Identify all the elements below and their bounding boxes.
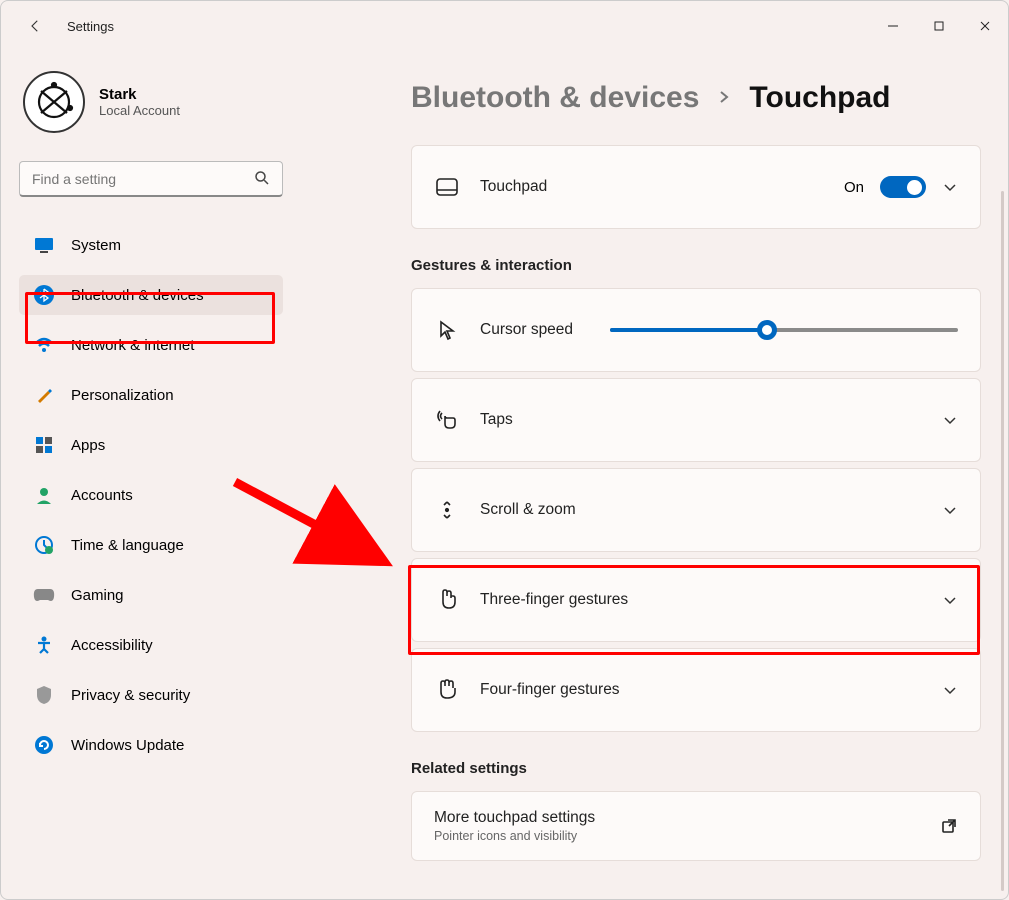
three-finger-icon: [434, 587, 460, 613]
card-label: More touchpad settings: [434, 809, 920, 827]
chevron-down-icon[interactable]: [942, 682, 958, 698]
sidebar-item-label: Network & internet: [71, 337, 194, 354]
titlebar: Settings: [1, 1, 1008, 51]
update-icon: [33, 734, 55, 756]
profile-name: Stark: [99, 86, 180, 103]
sidebar-item-accounts[interactable]: Accounts: [19, 475, 283, 515]
external-link-icon: [940, 817, 958, 835]
sidebar-item-label: Gaming: [71, 587, 124, 604]
sidebar-item-label: Privacy & security: [71, 687, 190, 704]
nav: System Bluetooth & devices Network & int…: [19, 225, 283, 775]
scrollbar[interactable]: [1001, 191, 1004, 891]
sidebar-item-apps[interactable]: Apps: [19, 425, 283, 465]
system-icon: [33, 234, 55, 256]
sidebar-item-label: System: [71, 237, 121, 254]
chevron-right-icon: [717, 87, 731, 110]
sidebar-item-accessibility[interactable]: Accessibility: [19, 625, 283, 665]
card-label: Scroll & zoom: [480, 501, 922, 519]
content-area: Bluetooth & devices Touchpad Touchpad On: [301, 51, 1008, 899]
sidebar-item-personalization[interactable]: Personalization: [19, 375, 283, 415]
sidebar-item-system[interactable]: System: [19, 225, 283, 265]
sidebar-item-label: Time & language: [71, 537, 184, 554]
card-label: Four-finger gestures: [480, 681, 922, 699]
card-label: Cursor speed: [480, 321, 590, 339]
sidebar-item-label: Bluetooth & devices: [71, 287, 204, 304]
paint-icon: [33, 384, 55, 406]
section-header-gestures: Gestures & interaction: [411, 257, 981, 274]
bluetooth-icon: [33, 284, 55, 306]
cursor-speed-card[interactable]: Cursor speed: [411, 288, 981, 372]
search-box: [19, 161, 283, 197]
person-icon: [33, 484, 55, 506]
wifi-icon: [33, 334, 55, 356]
sidebar-item-label: Accessibility: [71, 637, 153, 654]
touchpad-icon: [434, 174, 460, 200]
avatar: [23, 71, 85, 133]
card-label: Three-finger gestures: [480, 591, 922, 609]
sidebar-item-network[interactable]: Network & internet: [19, 325, 283, 365]
scroll-zoom-card[interactable]: Scroll & zoom: [411, 468, 981, 552]
profile-subtitle: Local Account: [99, 103, 180, 118]
sidebar-item-gaming[interactable]: Gaming: [19, 575, 283, 615]
shield-icon: [33, 684, 55, 706]
close-button[interactable]: [962, 10, 1008, 42]
card-label: Touchpad: [480, 178, 824, 196]
touchpad-toggle-card[interactable]: Touchpad On: [411, 145, 981, 229]
four-finger-gestures-card[interactable]: Four-finger gestures: [411, 648, 981, 732]
sidebar-item-label: Apps: [71, 437, 105, 454]
card-subtitle: Pointer icons and visibility: [434, 829, 920, 843]
window-title: Settings: [67, 19, 114, 34]
touchpad-toggle[interactable]: [880, 176, 926, 198]
minimize-button[interactable]: [870, 10, 916, 42]
clock-globe-icon: [33, 534, 55, 556]
sidebar-item-bluetooth-devices[interactable]: Bluetooth & devices: [19, 275, 283, 315]
profile-block[interactable]: Stark Local Account: [19, 71, 283, 133]
cursor-icon: [434, 317, 460, 343]
chevron-down-icon[interactable]: [942, 412, 958, 428]
sidebar-item-label: Personalization: [71, 387, 174, 404]
maximize-button[interactable]: [916, 10, 962, 42]
chevron-down-icon[interactable]: [942, 179, 958, 195]
breadcrumb-current: Touchpad: [749, 81, 890, 115]
three-finger-gestures-card[interactable]: Three-finger gestures: [411, 558, 981, 642]
back-button[interactable]: [23, 14, 47, 38]
gaming-icon: [33, 584, 55, 606]
sidebar-item-label: Windows Update: [71, 737, 184, 754]
accessibility-icon: [33, 634, 55, 656]
card-label: Taps: [480, 411, 922, 429]
apps-icon: [33, 434, 55, 456]
section-header-related: Related settings: [411, 760, 981, 777]
four-finger-icon: [434, 677, 460, 703]
breadcrumb: Bluetooth & devices Touchpad: [411, 81, 1008, 115]
sidebar: Stark Local Account System Bluetooth & d…: [1, 51, 301, 899]
search-icon: [253, 169, 273, 189]
scroll-zoom-icon: [434, 497, 460, 523]
sidebar-item-label: Accounts: [71, 487, 133, 504]
taps-card[interactable]: Taps: [411, 378, 981, 462]
sidebar-item-time-language[interactable]: Time & language: [19, 525, 283, 565]
breadcrumb-parent[interactable]: Bluetooth & devices: [411, 81, 699, 115]
toggle-state-label: On: [844, 179, 864, 196]
search-input[interactable]: [19, 161, 283, 197]
cursor-speed-slider[interactable]: [610, 328, 958, 332]
sidebar-item-privacy-security[interactable]: Privacy & security: [19, 675, 283, 715]
chevron-down-icon[interactable]: [942, 502, 958, 518]
sidebar-item-windows-update[interactable]: Windows Update: [19, 725, 283, 765]
more-touchpad-settings-card[interactable]: More touchpad settings Pointer icons and…: [411, 791, 981, 861]
chevron-down-icon[interactable]: [942, 592, 958, 608]
tap-icon: [434, 407, 460, 433]
